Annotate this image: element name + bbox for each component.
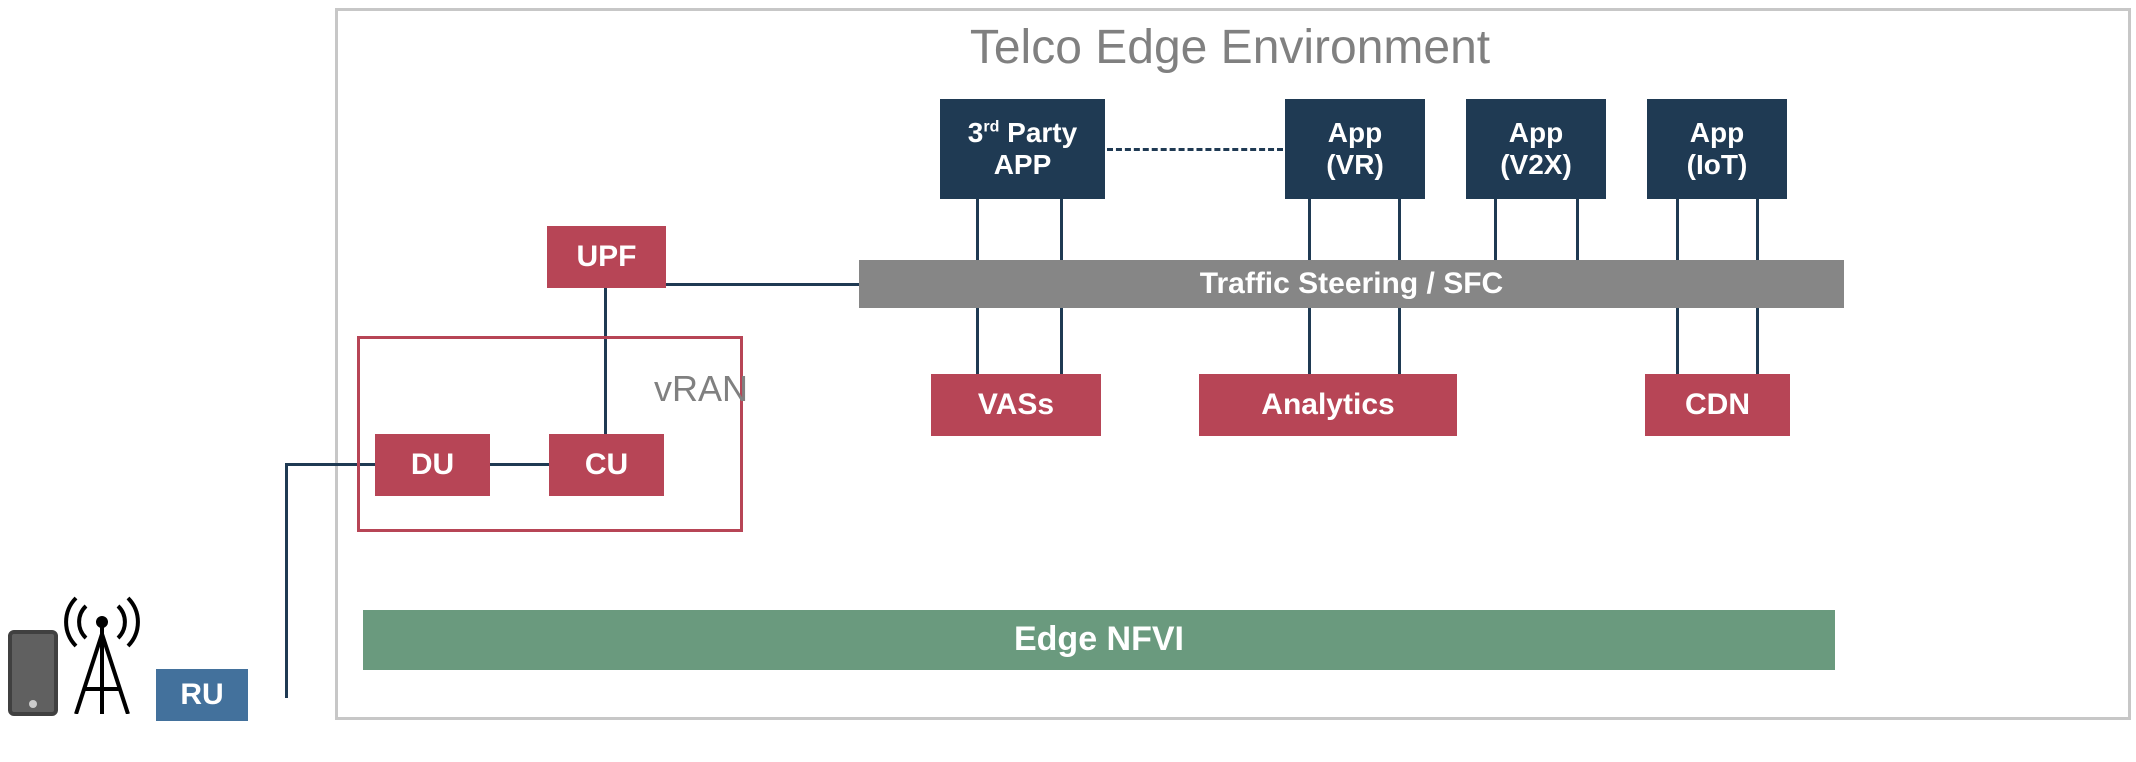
connector	[666, 283, 859, 286]
phone-icon	[8, 630, 58, 716]
cdn-box: CDN	[1645, 374, 1790, 436]
vass-box: VASs	[931, 374, 1101, 436]
traffic-steering-box: Traffic Steering / SFC	[859, 260, 1844, 308]
diagram-title: Telco Edge Environment	[700, 20, 1760, 75]
label: Party	[999, 117, 1077, 148]
upf-box: UPF	[547, 226, 666, 288]
connector	[1494, 199, 1497, 261]
label: rd	[983, 118, 999, 135]
app-vr-box: App(VR)	[1285, 99, 1425, 199]
du-box: DU	[375, 434, 490, 496]
label: (V2X)	[1500, 149, 1572, 180]
label: App	[1690, 117, 1744, 148]
label: APP	[994, 149, 1052, 180]
analytics-box: Analytics	[1199, 374, 1457, 436]
cu-box: CU	[549, 434, 664, 496]
app-v2x-box: App(V2X)	[1466, 99, 1606, 199]
ru-box: RU	[156, 669, 248, 721]
vran-label: vRAN	[654, 368, 748, 410]
label: 3	[968, 117, 984, 148]
label: (IoT)	[1687, 149, 1748, 180]
app-iot-box: App(IoT)	[1647, 99, 1787, 199]
label: App	[1509, 117, 1563, 148]
cell-tower-icon	[62, 594, 142, 714]
label: (VR)	[1326, 149, 1384, 180]
edge-nfvi-box: Edge NFVI	[363, 610, 1835, 670]
connector	[1576, 199, 1579, 261]
connector-dashed	[1107, 148, 1283, 151]
third-party-app-box: 3rd Party APP	[940, 99, 1105, 199]
label: App	[1328, 117, 1382, 148]
